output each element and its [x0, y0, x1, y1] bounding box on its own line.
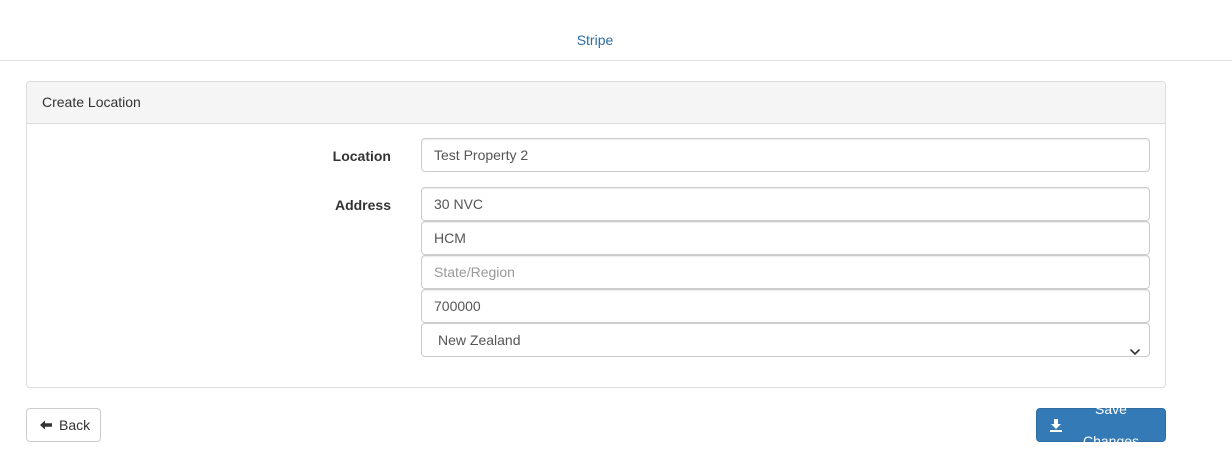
address-line-input[interactable] — [421, 187, 1150, 221]
panel-title: Create Location — [27, 82, 1165, 124]
address-label: Address — [334, 197, 391, 213]
postcode-input[interactable] — [421, 289, 1150, 323]
chevron-down-icon — [1130, 336, 1140, 355]
location-input[interactable] — [421, 138, 1150, 172]
save-changes-label: Save Changes — [1082, 401, 1140, 449]
download-icon — [1049, 418, 1063, 432]
back-button-label: Back — [59, 417, 91, 433]
arrow-left-icon — [39, 419, 53, 431]
location-label: Location — [332, 148, 391, 164]
back-button[interactable]: Back — [26, 408, 101, 442]
save-changes-button[interactable]: Save Changes — [1036, 401, 1166, 449]
create-location-panel: Create Location Location Address New Zea… — [26, 81, 1166, 388]
city-input[interactable] — [421, 221, 1150, 255]
country-selected-value: New Zealand — [438, 332, 521, 348]
state-region-input[interactable] — [421, 255, 1150, 289]
top-navbar: Stripe — [0, 0, 1232, 61]
stripe-link[interactable]: Stripe — [0, 32, 1190, 48]
country-select[interactable]: New Zealand — [421, 323, 1150, 357]
